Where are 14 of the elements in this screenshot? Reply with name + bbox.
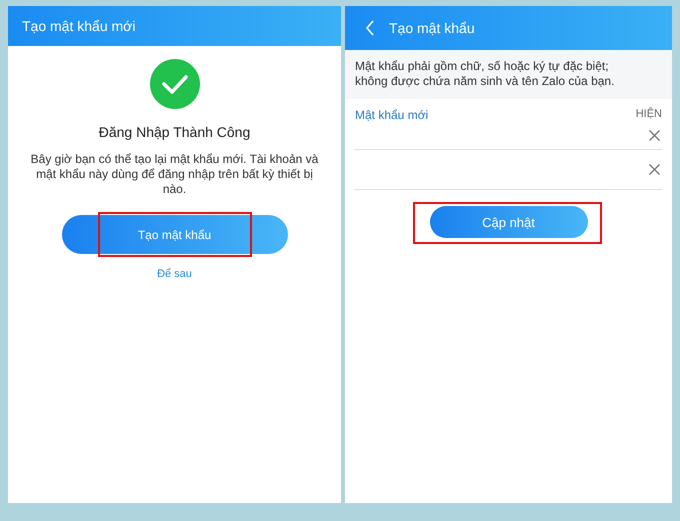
clear-icon[interactable]: [649, 164, 660, 175]
screen-title: Tạo mật khẩu mới: [22, 18, 136, 34]
screen-title: Tạo mật khẩu: [389, 20, 475, 36]
primary-button[interactable]: Cập nhật: [430, 206, 588, 238]
show-password-link[interactable]: HIỆN: [636, 108, 662, 122]
success-heading: Đăng Nhập Thành Công: [98, 124, 250, 140]
back-icon[interactable]: [365, 20, 375, 36]
later-link[interactable]: Để sau: [157, 268, 192, 280]
password-rules-note: Mật khẩu phải gồm chữ, số hoặc ký tự đặc biệt; không được chứa năm sinh và tên Zalo của bạn.: [345, 50, 672, 99]
message-text: Bây giờ bạn có thể tạo lại mật khẩu mới. Tài khoản và mật khẩu này dùng để đăng nhập trên bất kỳ thiết bị nào.: [30, 152, 320, 197]
success-check-icon: [150, 59, 200, 109]
clear-icon[interactable]: [649, 130, 660, 141]
field-label: Mật khẩu mới: [355, 108, 428, 122]
primary-button[interactable]: Tạo mật khẩu: [62, 215, 288, 254]
